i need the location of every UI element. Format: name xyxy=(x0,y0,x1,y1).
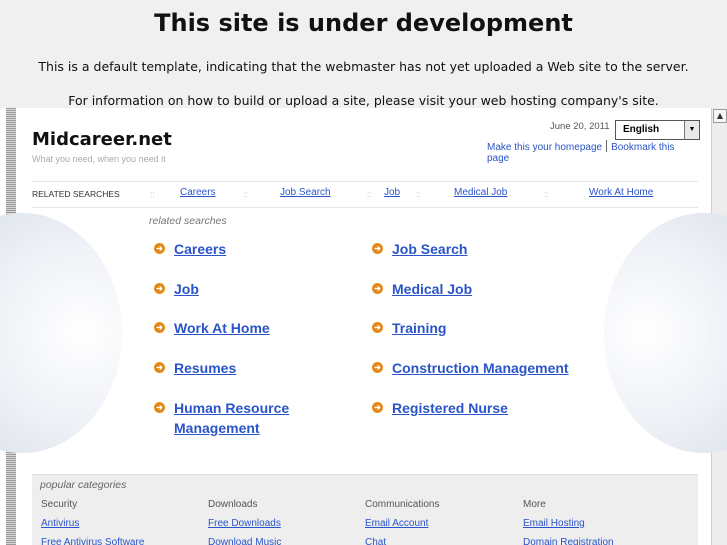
separator: :: xyxy=(243,189,248,199)
separator: :: xyxy=(416,189,421,199)
category-link[interactable]: Free Antivirus Software xyxy=(41,537,144,545)
related-link-resumes[interactable]: Resumes xyxy=(174,358,236,378)
category-link[interactable]: Email Hosting xyxy=(523,518,614,529)
category-link[interactable]: Email Account xyxy=(365,518,439,529)
related-link-training[interactable]: Training xyxy=(392,318,446,338)
bar-link-work-at-home[interactable]: Work At Home xyxy=(589,187,653,198)
related-link-human-resource-management[interactable]: Human Resource Management xyxy=(174,398,304,438)
site-logo[interactable]: Midcareer.net xyxy=(32,129,172,150)
notice-line-1: This is a default template, indicating t… xyxy=(38,59,689,74)
category-column-downloads: Downloads Free Downloads Download Music xyxy=(208,499,281,545)
parked-page: Midcareer.net What you need, when you ne… xyxy=(0,108,727,545)
separator: :: xyxy=(367,189,372,199)
category-link[interactable]: Chat xyxy=(365,537,439,545)
under-development-notice: This site is under development This is a… xyxy=(0,0,727,108)
category-link[interactable]: Free Downloads xyxy=(208,518,281,529)
category-title: Communications xyxy=(365,499,440,510)
category-column-security: Security Antivirus Free Antivirus Softwa… xyxy=(41,499,144,545)
popular-categories-heading: popular categories xyxy=(40,479,127,491)
scroll-up-arrow-icon[interactable]: ▲ xyxy=(713,109,727,123)
category-column-more: More Email Hosting Domain Registration xyxy=(523,499,614,545)
make-homepage-link[interactable]: Make this your homepage xyxy=(487,142,602,153)
bar-link-job-search[interactable]: Job Search xyxy=(280,187,331,198)
arrow-circle-icon: ➜ xyxy=(372,243,383,254)
separator: :: xyxy=(544,189,549,199)
arrow-circle-icon: ➜ xyxy=(154,402,165,413)
separator: :: xyxy=(150,189,155,199)
category-column-communications: Communications Email Account Chat xyxy=(365,499,439,545)
related-link-work-at-home[interactable]: Work At Home xyxy=(174,318,270,338)
category-title: Downloads xyxy=(208,499,258,510)
related-link-job[interactable]: Job xyxy=(174,279,199,299)
site-tagline: What you need, when you need it xyxy=(32,154,166,164)
category-title: Security xyxy=(41,499,78,510)
arrow-circle-icon: ➜ xyxy=(154,362,165,373)
arrow-circle-icon: ➜ xyxy=(372,362,383,373)
arrow-circle-icon: ➜ xyxy=(154,322,165,333)
related-link-careers[interactable]: Careers xyxy=(174,239,226,259)
bar-link-medical-job[interactable]: Medical Job xyxy=(454,187,507,198)
category-link[interactable]: Download Music xyxy=(208,537,281,545)
popular-categories: popular categories Security Antivirus Fr… xyxy=(32,474,698,545)
related-link-construction-management[interactable]: Construction Management xyxy=(392,358,569,378)
arrow-circle-icon: ➜ xyxy=(372,402,383,413)
notice-line-2: For information on how to build or uploa… xyxy=(68,93,659,108)
bar-link-job[interactable]: Job xyxy=(384,187,400,198)
page-date: June 20, 2011 xyxy=(550,121,610,132)
category-link[interactable]: Antivirus xyxy=(41,518,144,529)
arrow-circle-icon: ➜ xyxy=(154,283,165,294)
arrow-circle-icon: ➜ xyxy=(154,243,165,254)
arrow-circle-icon: ➜ xyxy=(372,283,383,294)
related-link-job-search[interactable]: Job Search xyxy=(392,239,467,259)
notice-title: This site is under development xyxy=(154,9,573,37)
chevron-down-icon[interactable]: ▼ xyxy=(684,121,699,139)
decorative-globe-right xyxy=(604,213,727,453)
arrow-circle-icon: ➜ xyxy=(372,322,383,333)
bar-link-careers[interactable]: Careers xyxy=(180,187,216,198)
embedded-frame: ▲ Midcareer.net What you need, when you … xyxy=(0,108,727,545)
related-searches-bar: RELATED SEARCHES :: Careers :: Job Searc… xyxy=(32,181,698,208)
related-link-registered-nurse[interactable]: Registered Nurse xyxy=(392,398,508,418)
category-link[interactable]: Domain Registration xyxy=(523,537,614,545)
top-links: Make this your homepage Bookmark this pag… xyxy=(487,140,698,164)
language-value: English xyxy=(623,124,660,135)
related-searches-heading: related searches xyxy=(149,215,227,227)
category-title: More xyxy=(523,499,546,510)
link-divider xyxy=(606,140,608,152)
related-link-medical-job[interactable]: Medical Job xyxy=(392,279,472,299)
language-select[interactable]: English ▼ xyxy=(615,120,700,140)
decorative-globe-left xyxy=(0,213,122,453)
related-bar-label: RELATED SEARCHES xyxy=(32,189,120,199)
